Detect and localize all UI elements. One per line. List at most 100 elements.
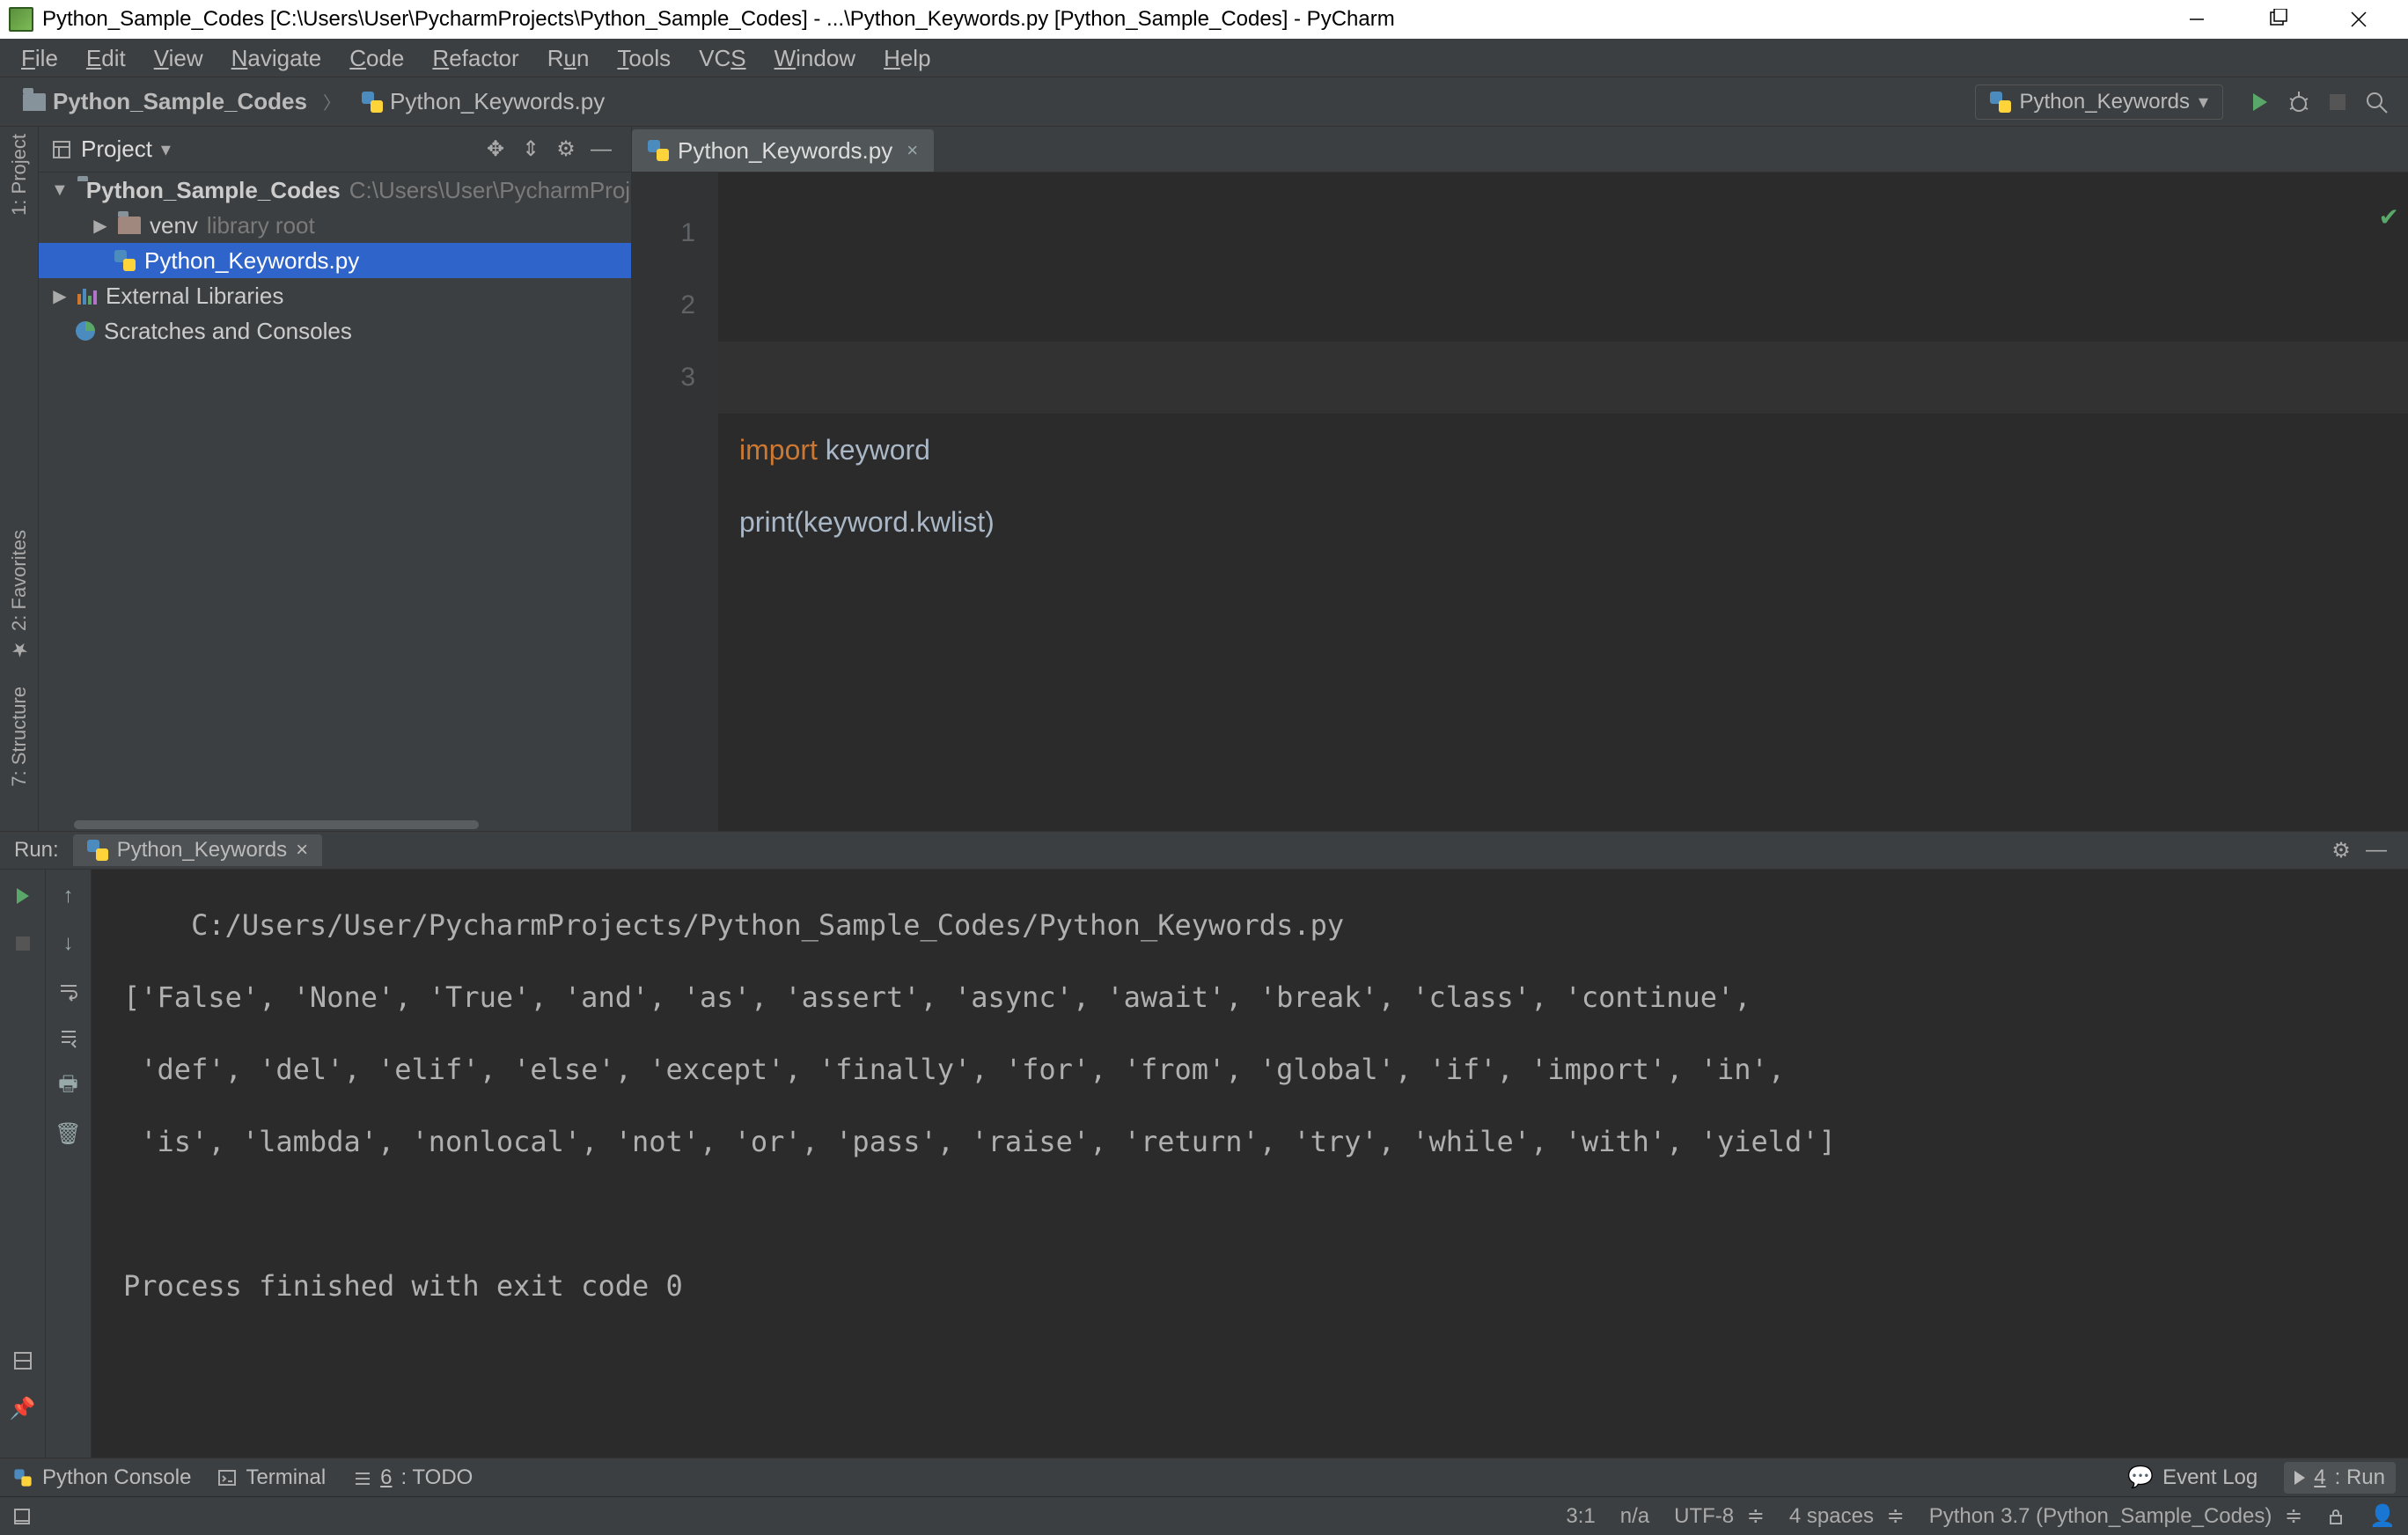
project-tree[interactable]: ▼ Python_Sample_Codes C:\Users\User\Pych…	[39, 173, 631, 831]
menu-navigate[interactable]: Navigate	[217, 39, 336, 77]
print-button[interactable]: 🖶	[53, 1070, 84, 1102]
breadcrumb-project[interactable]: Python_Sample_Codes	[12, 88, 351, 115]
pin-icon: 📌	[10, 1396, 36, 1421]
tree-external-libs[interactable]: ▶ External Libraries	[39, 278, 631, 313]
stripe-todo[interactable]: 6: TODO	[352, 1465, 473, 1490]
menu-view[interactable]: View	[140, 39, 217, 77]
tab-label: Python_Keywords.py	[678, 137, 892, 165]
folder-icon	[118, 217, 141, 234]
menu-code[interactable]: Code	[335, 39, 418, 77]
interpreter-widget[interactable]: Python 3.7 (Python_Sample_Codes) ≑	[1929, 1503, 2302, 1529]
navigation-bar: Python_Sample_Codes Python_Keywords.py P…	[0, 77, 2408, 127]
menu-tools[interactable]: Tools	[603, 39, 685, 77]
code-editor[interactable]: 123 import keyword print(keyword.kwlist)…	[632, 173, 2408, 831]
trash-icon: 🗑	[55, 1121, 81, 1147]
code-content[interactable]: import keyword print(keyword.kwlist)	[739, 414, 2387, 558]
pin-button[interactable]: 📌	[7, 1392, 39, 1424]
tree-venv[interactable]: ▶ venv library root	[39, 208, 631, 243]
inspector-icon: 👤	[2369, 1503, 2396, 1529]
down-button[interactable]: ↓	[53, 928, 84, 959]
close-button[interactable]	[2318, 0, 2399, 39]
clear-button[interactable]: 🗑	[53, 1118, 84, 1149]
tree-path: C:\Users\User\PycharmProjects	[349, 177, 631, 204]
menu-edit[interactable]: Edit	[72, 39, 140, 77]
search-icon	[2364, 90, 2389, 114]
close-tab-button[interactable]: ×	[907, 139, 918, 162]
tree-scrollbar[interactable]	[39, 819, 631, 831]
debug-button[interactable]	[2280, 83, 2318, 121]
menu-window[interactable]: Window	[760, 39, 870, 77]
read-only-toggle[interactable]	[2327, 1508, 2345, 1525]
arrow-down-icon: ↓	[63, 931, 74, 956]
hide-button[interactable]: —	[584, 132, 619, 167]
run-hide-button[interactable]: —	[2359, 833, 2394, 868]
menu-run[interactable]: Run	[533, 39, 604, 77]
maximize-button[interactable]	[2237, 0, 2318, 39]
line-separator[interactable]: n/a	[1620, 1504, 1649, 1529]
menu-file[interactable]: File	[7, 39, 72, 77]
scrollbar-thumb[interactable]	[74, 820, 479, 829]
locate-button[interactable]: ✥	[478, 132, 513, 167]
indent-widget[interactable]: 4 spaces ≑	[1789, 1503, 1905, 1529]
run-configuration-select[interactable]: Python_Keywords ▾	[1975, 84, 2224, 120]
tree-file-selected[interactable]: Python_Keywords.py	[39, 243, 631, 278]
stripe-terminal[interactable]: Terminal	[217, 1465, 326, 1490]
editor-tab-active[interactable]: Python_Keywords.py ×	[632, 129, 934, 172]
pycharm-app-icon	[9, 7, 33, 32]
stripe-event-log[interactable]: 💬 Event Log	[2127, 1465, 2258, 1490]
stripe-run-active[interactable]: 4: Run	[2284, 1462, 2396, 1494]
settings-button[interactable]: ⚙	[548, 132, 584, 167]
close-run-tab-button[interactable]: ×	[296, 838, 308, 863]
stop-button[interactable]	[2318, 83, 2357, 121]
stripe-project[interactable]: 1: Project	[8, 134, 31, 216]
layout-icon	[12, 1350, 33, 1371]
tree-scratches[interactable]: Scratches and Consoles	[39, 313, 631, 349]
chevron-down-icon[interactable]: ▾	[161, 138, 171, 161]
current-line-highlight	[718, 342, 2408, 414]
run-button[interactable]	[2241, 83, 2280, 121]
menu-refactor[interactable]: Refactor	[418, 39, 532, 77]
caret-position[interactable]: 3:1	[1566, 1504, 1595, 1529]
play-icon	[17, 888, 29, 904]
stripe-python-console[interactable]: Python Console	[12, 1465, 191, 1490]
menu-bar: File Edit View Navigate Code Refactor Ru…	[0, 39, 2408, 77]
tree-root[interactable]: ▼ Python_Sample_Codes C:\Users\User\Pych…	[39, 173, 631, 208]
inspection-ok-icon[interactable]: ✔	[2379, 181, 2399, 253]
folder-icon	[23, 93, 46, 111]
scroll-end-button[interactable]	[53, 1023, 84, 1054]
window-title: Python_Sample_Codes [C:\Users\User\Pycha…	[42, 7, 1395, 32]
minimize-button[interactable]	[2156, 0, 2237, 39]
run-settings-button[interactable]: ⚙	[2324, 833, 2359, 868]
menu-vcs[interactable]: VCS	[685, 39, 760, 77]
console-output[interactable]: C:/Users/User/PycharmProjects/Python_Sam…	[92, 870, 2408, 1458]
tree-label: venv	[150, 212, 198, 239]
editor-area: Python_Keywords.py × 123 import keyword …	[632, 127, 2408, 831]
gear-icon: ⚙	[556, 136, 576, 162]
scroll-icon	[58, 1028, 79, 1049]
python-file-icon	[648, 140, 669, 161]
stripe-favorites[interactable]: ★2: Favorites	[8, 530, 31, 660]
layout-button[interactable]	[7, 1345, 39, 1377]
menu-help[interactable]: Help	[870, 39, 944, 77]
stripe-structure[interactable]: 7: Structure	[8, 687, 31, 787]
project-tool-window: Project ▾ ✥ ⇕ ⚙ — ▼ Python_Sample_Codes …	[39, 127, 632, 831]
run-tab[interactable]: Python_Keywords ×	[73, 834, 322, 866]
expand-all-button[interactable]: ⇕	[513, 132, 548, 167]
search-everywhere-button[interactable]	[2357, 83, 2396, 121]
encoding-widget[interactable]: UTF-8 ≑	[1674, 1503, 1765, 1529]
soft-wrap-button[interactable]	[53, 975, 84, 1007]
windows-icon	[12, 1507, 32, 1526]
rerun-button[interactable]	[7, 880, 39, 912]
bug-icon	[2287, 90, 2311, 114]
project-title: Project	[81, 136, 152, 163]
run-stop-button[interactable]	[7, 928, 39, 959]
terminal-icon	[217, 1468, 237, 1487]
breadcrumb-file[interactable]: Python_Keywords.py	[351, 88, 615, 115]
run-console-toolbar: ↑ ↓ 🖶 🗑	[46, 870, 92, 1458]
expand-arrow-icon: ▶	[92, 215, 109, 237]
up-button[interactable]: ↑	[53, 880, 84, 912]
tool-windows-button[interactable]	[12, 1507, 32, 1526]
inspection-widget[interactable]: 👤	[2369, 1503, 2396, 1529]
expand-arrow-icon: ▶	[51, 285, 69, 307]
run-tool-window: Run: Python_Keywords × ⚙ — 📌 ↑ ↓	[0, 831, 2408, 1458]
